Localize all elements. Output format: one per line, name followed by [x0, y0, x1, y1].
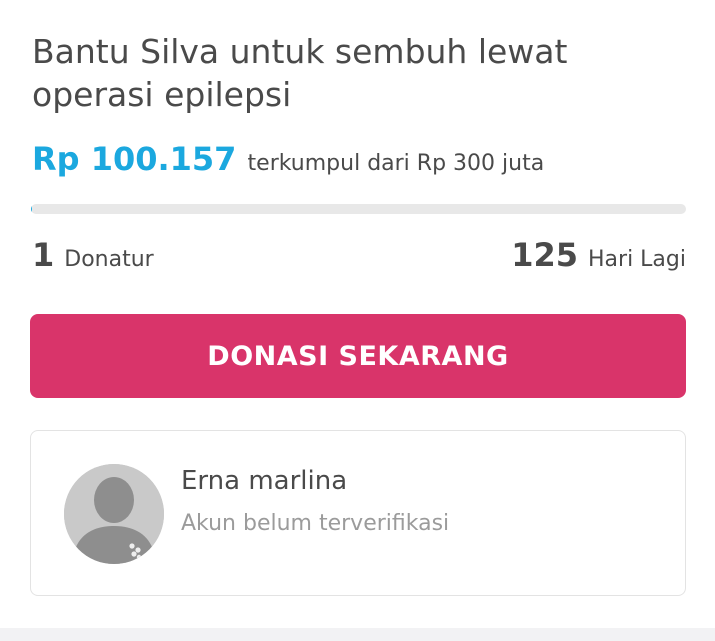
fundraiser-card[interactable]: Erna marlina Akun belum terverifikasi: [30, 430, 686, 596]
verification-status: Akun belum terverifikasi: [181, 511, 450, 536]
days-left-stat: 125 Hari Lagi: [511, 236, 686, 274]
donors-count: 1: [32, 236, 55, 274]
days-left-label: Hari Lagi: [588, 247, 686, 272]
days-left-count: 125: [511, 236, 578, 274]
funding-progress-bar: [31, 204, 686, 214]
donate-now-button[interactable]: DONASI SEKARANG: [30, 314, 686, 398]
campaign-title: Bantu Silva untuk sembuh lewat operasi e…: [32, 32, 568, 114]
donors-label: Donatur: [64, 247, 154, 272]
campaign-page: Bantu Silva untuk sembuh lewat operasi e…: [0, 0, 715, 641]
donors-stat: 1 Donatur: [32, 236, 154, 274]
amount-row: Rp 100.157 terkumpul dari Rp 300 juta: [32, 140, 544, 178]
amount-collected: Rp 100.157: [32, 140, 237, 178]
bottom-divider: [0, 628, 715, 641]
user-silhouette-icon: [64, 464, 164, 564]
fundraiser-name: Erna marlina: [181, 466, 348, 496]
amount-target-note: terkumpul dari Rp 300 juta: [247, 151, 545, 176]
campaign-stats: 1 Donatur 125 Hari Lagi: [32, 234, 686, 278]
avatar: [64, 464, 164, 564]
